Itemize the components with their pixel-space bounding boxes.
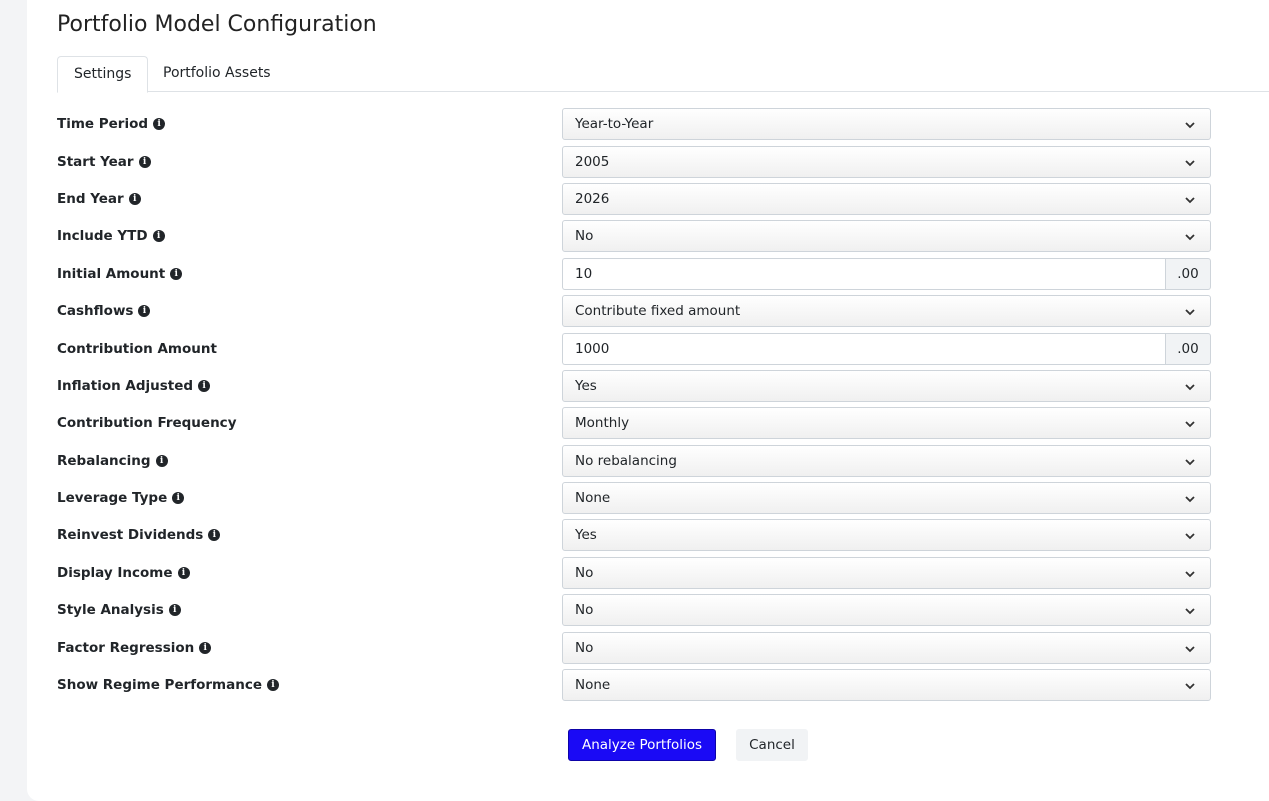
end-year-row: End Year i 2026 bbox=[57, 183, 1211, 215]
display-income-label: Display Income i bbox=[57, 557, 190, 589]
cashflows-select[interactable]: Contribute fixed amount bbox=[562, 295, 1211, 327]
show-regime-performance-row: Show Regime Performance i None bbox=[57, 669, 1211, 701]
end-year-select[interactable]: 2026 bbox=[562, 183, 1211, 215]
include-ytd-row: Include YTD i No bbox=[57, 220, 1211, 252]
info-icon[interactable]: i bbox=[138, 305, 151, 317]
info-icon[interactable]: i bbox=[198, 380, 211, 392]
start-year-row: Start Year i 2005 bbox=[57, 146, 1211, 178]
contribution-frequency-label: Contribution Frequency bbox=[57, 415, 237, 431]
rebalancing-select[interactable]: No rebalancing bbox=[562, 445, 1211, 477]
inflation-adjusted-label: Inflation Adjusted i bbox=[57, 370, 211, 402]
display-income-row: Display Income i No bbox=[57, 557, 1211, 589]
rebalancing-label: Rebalancing i bbox=[57, 445, 168, 477]
chevron-down-icon bbox=[1185, 160, 1195, 167]
chevron-down-icon bbox=[1185, 533, 1195, 540]
factor-regression-row: Factor Regression i No bbox=[57, 632, 1211, 664]
end-year-label: End Year i bbox=[57, 183, 141, 215]
contribution-amount-label: Contribution Amount bbox=[57, 341, 217, 357]
include-ytd-label: Include YTD i bbox=[57, 220, 165, 252]
initial-amount-group: .00 bbox=[562, 258, 1211, 290]
time-period-row: Time Period i Year-to-Year bbox=[57, 108, 1211, 140]
initial-amount-input[interactable] bbox=[562, 258, 1165, 290]
leverage-type-label: Leverage Type i bbox=[57, 482, 185, 514]
info-icon[interactable]: i bbox=[128, 193, 141, 205]
show-regime-performance-label: Show Regime Performance i bbox=[57, 669, 280, 701]
inflation-adjusted-select[interactable]: Yes bbox=[562, 370, 1211, 402]
leverage-type-select[interactable]: None bbox=[562, 482, 1211, 514]
chevron-down-icon bbox=[1185, 421, 1195, 428]
cancel-button[interactable]: Cancel bbox=[736, 729, 808, 761]
leverage-type-row: Leverage Type i None bbox=[57, 482, 1211, 514]
initial-amount-suffix: .00 bbox=[1165, 258, 1211, 290]
initial-amount-label: Initial Amount i bbox=[57, 258, 183, 290]
info-icon[interactable]: i bbox=[208, 529, 221, 541]
time-period-select[interactable]: Year-to-Year bbox=[562, 108, 1211, 140]
start-year-select[interactable]: 2005 bbox=[562, 146, 1211, 178]
reinvest-dividends-row: Reinvest Dividends i Yes bbox=[57, 519, 1211, 551]
info-icon[interactable]: i bbox=[177, 567, 190, 579]
chevron-down-icon bbox=[1185, 234, 1195, 241]
tab-portfolio-assets[interactable]: Portfolio Assets bbox=[147, 56, 287, 92]
show-regime-performance-select[interactable]: None bbox=[562, 669, 1211, 701]
analyze-portfolios-button[interactable]: Analyze Portfolios bbox=[568, 729, 716, 761]
reinvest-dividends-label: Reinvest Dividends i bbox=[57, 519, 221, 551]
chevron-down-icon bbox=[1185, 459, 1195, 466]
cashflows-label: Cashflows i bbox=[57, 295, 151, 327]
info-icon[interactable]: i bbox=[138, 156, 151, 168]
tab-bar: Settings Portfolio Assets bbox=[57, 56, 1269, 93]
chevron-down-icon bbox=[1185, 384, 1195, 391]
chevron-down-icon bbox=[1185, 608, 1195, 615]
info-icon[interactable]: i bbox=[172, 492, 185, 504]
time-period-label: Time Period i bbox=[57, 108, 166, 140]
include-ytd-select[interactable]: No bbox=[562, 220, 1211, 252]
info-icon[interactable]: i bbox=[199, 642, 212, 654]
chevron-down-icon bbox=[1185, 571, 1195, 578]
contribution-frequency-select[interactable]: Monthly bbox=[562, 407, 1211, 439]
info-icon[interactable]: i bbox=[168, 604, 181, 616]
initial-amount-row: Initial Amounti .00 bbox=[57, 258, 1211, 290]
contribution-amount-group: .00 bbox=[562, 333, 1211, 365]
chevron-down-icon bbox=[1185, 197, 1195, 204]
contribution-amount-suffix: .00 bbox=[1165, 333, 1211, 365]
reinvest-dividends-select[interactable]: Yes bbox=[562, 519, 1211, 551]
info-icon[interactable]: i bbox=[152, 230, 165, 242]
contribution-amount-row: Contribution Amount .00 bbox=[57, 333, 1211, 365]
info-icon[interactable]: i bbox=[267, 679, 280, 691]
contribution-amount-input[interactable] bbox=[562, 333, 1165, 365]
info-icon[interactable]: i bbox=[170, 268, 183, 280]
style-analysis-label: Style Analysis i bbox=[57, 594, 181, 626]
tab-settings[interactable]: Settings bbox=[57, 56, 149, 93]
factor-regression-select[interactable]: No bbox=[562, 632, 1211, 664]
page-title: Portfolio Model Configuration bbox=[57, 12, 377, 37]
style-analysis-row: Style Analysis i No bbox=[57, 594, 1211, 626]
contribution-frequency-row: Contribution Frequency Monthly bbox=[57, 407, 1211, 439]
chevron-down-icon bbox=[1185, 309, 1195, 316]
inflation-adjusted-row: Inflation Adjusted i Yes bbox=[57, 370, 1211, 402]
cashflows-row: Cashflows i Contribute fixed amount bbox=[57, 295, 1211, 327]
style-analysis-select[interactable]: No bbox=[562, 594, 1211, 626]
rebalancing-row: Rebalancing i No rebalancing bbox=[57, 445, 1211, 477]
chevron-down-icon bbox=[1185, 683, 1195, 690]
chevron-down-icon bbox=[1185, 122, 1195, 129]
chevron-down-icon bbox=[1185, 646, 1195, 653]
start-year-label: Start Year i bbox=[57, 146, 151, 178]
factor-regression-label: Factor Regression i bbox=[57, 632, 212, 664]
info-icon[interactable]: i bbox=[155, 455, 168, 467]
info-icon[interactable]: i bbox=[153, 118, 166, 130]
chevron-down-icon bbox=[1185, 496, 1195, 503]
display-income-select[interactable]: No bbox=[562, 557, 1211, 589]
